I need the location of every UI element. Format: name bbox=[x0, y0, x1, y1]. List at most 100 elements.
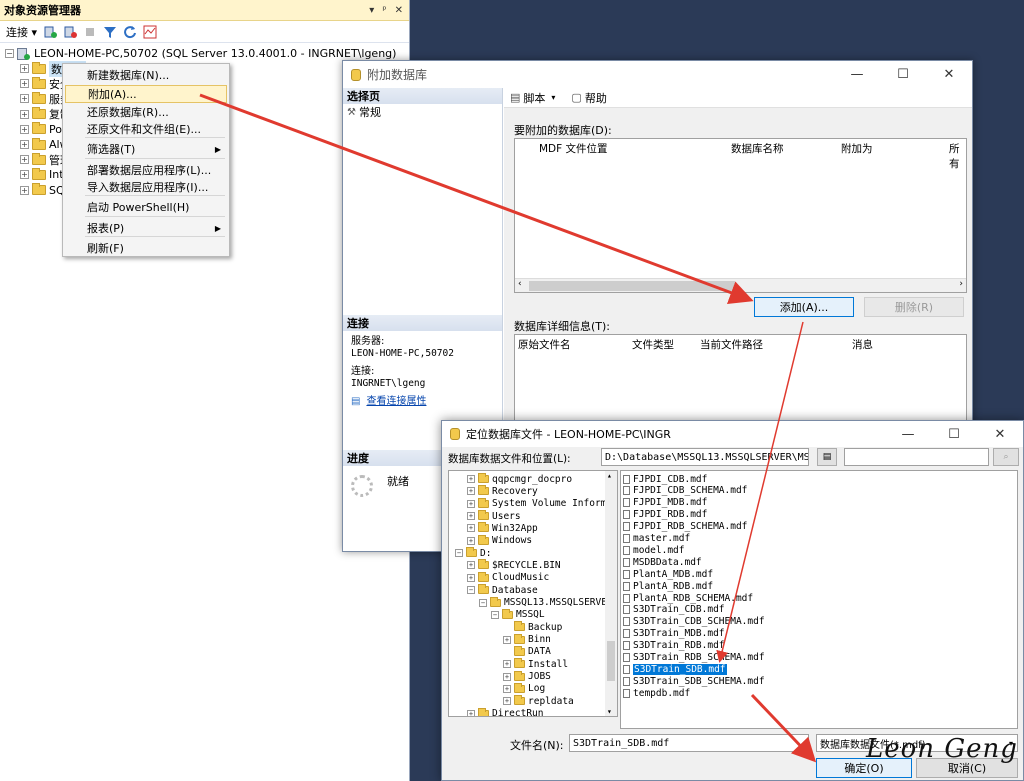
attach-db-grid[interactable]: MDF 文件位置 数据库名称 附加为 所有 ‹ › bbox=[514, 138, 967, 293]
expand-icon[interactable]: + bbox=[20, 185, 29, 195]
search-input[interactable] bbox=[844, 448, 989, 466]
connect-server-icon[interactable] bbox=[43, 25, 58, 39]
scroll-thumb[interactable] bbox=[529, 281, 735, 291]
file-item[interactable]: S3DTrain_SDB_SCHEMA.mdf bbox=[623, 675, 765, 687]
collapse-icon[interactable]: − bbox=[455, 549, 463, 558]
path-field[interactable]: D:\Database\MSSQL13.MSSQLSERVER\MSSQL bbox=[601, 448, 809, 466]
directory-item[interactable]: + DirectRun bbox=[467, 707, 543, 716]
file-item[interactable]: S3DTrain_RDB.mdf bbox=[623, 640, 725, 652]
expand-icon[interactable]: + bbox=[467, 499, 475, 508]
directory-item[interactable]: − Database bbox=[467, 584, 538, 596]
directory-item[interactable]: + $RECYCLE.BIN bbox=[467, 559, 561, 571]
directory-item[interactable]: + Log bbox=[503, 682, 545, 695]
browse-icon[interactable]: ▤ bbox=[817, 448, 837, 466]
file-item[interactable]: PlantA_MDB.mdf bbox=[623, 568, 713, 580]
col-attach-as[interactable]: 附加为 bbox=[841, 141, 873, 156]
scroll-up-icon[interactable]: ▴ bbox=[607, 471, 612, 480]
maximize-icon[interactable]: ☐ bbox=[880, 61, 926, 88]
scroll-thumb[interactable] bbox=[607, 641, 615, 681]
directory-item[interactable]: + Install bbox=[503, 658, 568, 670]
directory-item[interactable]: − MSSQL13.MSSQLSERVE bbox=[479, 596, 607, 609]
context-menu-item[interactable]: 还原数据库(R)... bbox=[65, 103, 227, 121]
directory-item[interactable]: + Windows bbox=[467, 534, 532, 547]
expand-icon[interactable]: + bbox=[503, 697, 511, 706]
add-button[interactable]: 添加(A)... bbox=[754, 297, 854, 317]
directory-item[interactable]: + System Volume Inform bbox=[467, 497, 606, 510]
col-current-path[interactable]: 当前文件路径 bbox=[700, 337, 763, 352]
expand-icon[interactable]: + bbox=[467, 475, 475, 483]
collapse-icon[interactable]: − bbox=[5, 49, 14, 58]
tree-item[interactable]: + SQ bbox=[20, 183, 65, 198]
file-list[interactable]: FJPDI_CDB.mdf FJPDI_CDB_SCHEMA.mdf FJPDI_M… bbox=[620, 470, 1018, 729]
directory-item[interactable]: + qqpcmgr_docpro bbox=[467, 473, 572, 485]
context-menu-item[interactable]: 部署数据层应用程序(L)... bbox=[65, 161, 227, 179]
server-node[interactable]: − LEON-HOME-PC,50702 (SQL Server 13.0.40… bbox=[5, 46, 396, 61]
maximize-icon[interactable]: ☐ bbox=[931, 421, 977, 448]
directory-item[interactable]: DATA bbox=[503, 645, 551, 658]
search-icon[interactable]: ⌕ bbox=[993, 448, 1019, 466]
activity-monitor-icon[interactable] bbox=[143, 25, 157, 39]
file-item[interactable]: FJPDI_RDB.mdf bbox=[623, 509, 707, 521]
expand-icon[interactable]: + bbox=[20, 64, 29, 73]
directory-item[interactable]: − D: bbox=[455, 547, 491, 559]
expand-icon[interactable]: + bbox=[20, 124, 29, 134]
directory-item[interactable]: Backup bbox=[503, 621, 562, 633]
directory-item[interactable]: − MSSQL bbox=[491, 608, 545, 621]
expand-icon[interactable]: + bbox=[467, 709, 475, 716]
directory-tree[interactable]: + qqpcmgr_docpro + Recovery + System Volume I… bbox=[448, 470, 618, 717]
expand-icon[interactable]: + bbox=[467, 561, 475, 570]
directory-item[interactable]: + Recovery bbox=[467, 485, 538, 497]
scroll-right-icon[interactable]: › bbox=[959, 279, 963, 289]
file-item[interactable]: S3DTrain_RDB_SCHEMA.mdf bbox=[623, 652, 765, 664]
expand-icon[interactable]: + bbox=[467, 524, 475, 533]
chevron-down-icon[interactable]: ▾ bbox=[551, 93, 555, 102]
col-db-name[interactable]: 数据库名称 bbox=[731, 141, 784, 156]
expand-icon[interactable]: + bbox=[20, 109, 29, 119]
expand-icon[interactable]: + bbox=[503, 635, 511, 644]
file-item[interactable]: S3DTrain_SDB.mdf bbox=[623, 663, 727, 675]
collapse-icon[interactable]: − bbox=[467, 586, 475, 595]
refresh-icon[interactable] bbox=[123, 25, 137, 39]
directory-item[interactable]: + CloudMusic bbox=[467, 571, 549, 584]
file-item[interactable]: FJPDI_CDB_SCHEMA.mdf bbox=[623, 485, 747, 497]
file-item[interactable]: model.mdf bbox=[623, 544, 684, 556]
script-button[interactable]: ▤ 脚本 ▾ bbox=[510, 90, 555, 106]
attach-grid-hscroll[interactable]: ‹ › bbox=[515, 278, 966, 292]
scroll-down-icon[interactable]: ▾ bbox=[607, 707, 612, 716]
expand-icon[interactable]: + bbox=[503, 672, 511, 681]
file-item[interactable]: FJPDI_CDB.mdf bbox=[623, 473, 707, 485]
expand-icon[interactable]: + bbox=[20, 94, 29, 104]
col-file-type[interactable]: 文件类型 bbox=[632, 337, 674, 352]
context-menu-item[interactable]: 筛选器(T) ▶ bbox=[65, 140, 227, 158]
file-item[interactable]: S3DTrain_MDB.mdf bbox=[623, 628, 725, 640]
view-connection-properties[interactable]: ▤ 查看连接属性 bbox=[351, 396, 454, 408]
expand-icon[interactable]: + bbox=[467, 536, 475, 545]
col-original-file[interactable]: 原始文件名 bbox=[518, 337, 571, 352]
expand-icon[interactable]: + bbox=[503, 684, 511, 693]
directory-item[interactable]: + JOBS bbox=[503, 670, 551, 683]
directory-item[interactable]: + Users bbox=[467, 510, 521, 522]
expand-icon[interactable]: + bbox=[467, 487, 475, 496]
stop-icon[interactable] bbox=[83, 25, 97, 39]
context-menu-item[interactable]: 报表(P) ▶ bbox=[65, 219, 227, 237]
disconnect-server-icon[interactable] bbox=[63, 25, 78, 39]
remove-button[interactable]: 删除(R) bbox=[864, 297, 964, 317]
scroll-left-icon[interactable]: ‹ bbox=[518, 279, 522, 289]
col-message[interactable]: 消息 bbox=[852, 337, 873, 352]
col-mdf-location[interactable]: MDF 文件位置 bbox=[539, 141, 608, 156]
filter-icon[interactable] bbox=[103, 25, 117, 39]
dir-tree-vscroll[interactable]: ▴ ▾ bbox=[605, 471, 617, 716]
directory-item[interactable]: + Binn bbox=[503, 633, 551, 646]
expand-icon[interactable]: + bbox=[20, 155, 29, 165]
minimize-icon[interactable]: — bbox=[885, 421, 931, 448]
context-menu-item[interactable]: 新建数据库(N)... bbox=[65, 66, 227, 84]
close-icon[interactable]: ✕ bbox=[977, 421, 1023, 448]
file-item[interactable]: master.mdf bbox=[623, 533, 690, 545]
file-item[interactable]: S3DTrain_CDB.mdf bbox=[623, 604, 725, 616]
file-item[interactable]: tempdb.mdf bbox=[623, 687, 690, 699]
expand-icon[interactable]: + bbox=[20, 140, 29, 149]
directory-item[interactable]: + Win32App bbox=[467, 522, 538, 534]
dropdown-icon[interactable]: ▾ bbox=[369, 5, 374, 16]
help-button[interactable]: ▢ 帮助 bbox=[571, 90, 606, 106]
file-item[interactable]: PlantA_RDB_SCHEMA.mdf bbox=[623, 592, 753, 604]
